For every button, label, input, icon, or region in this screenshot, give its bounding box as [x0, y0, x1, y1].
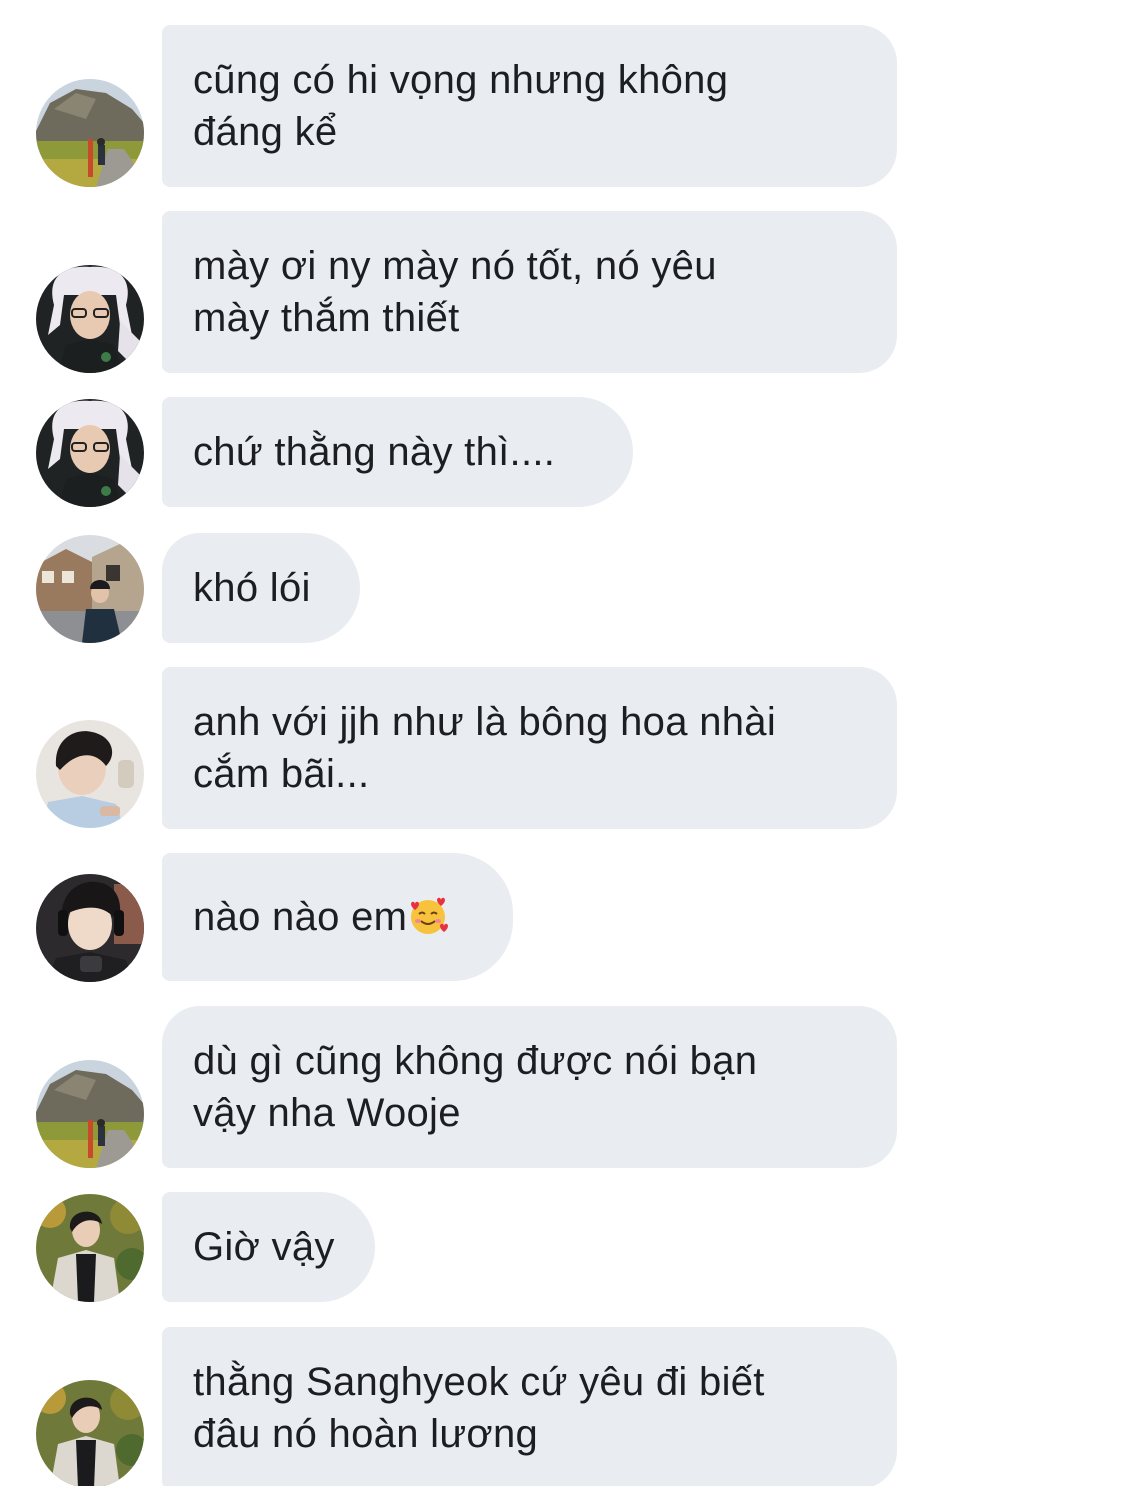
sender-avatar[interactable]	[36, 1380, 144, 1486]
boy-light-background-avatar-image	[36, 720, 144, 828]
message-text: anh với jjh như là bông hoa nhài cắm bãi…	[193, 700, 777, 796]
smiling-face-with-hearts-icon	[407, 896, 449, 938]
message-bubble[interactable]: mày ơi ny mày nó tốt, nó yêu mày thắm th…	[162, 211, 897, 373]
message-bubble[interactable]: anh với jjh như là bông hoa nhài cắm bãi…	[162, 667, 897, 829]
message-text: khó lói	[193, 566, 311, 610]
sender-avatar[interactable]	[36, 535, 144, 643]
boy-autumn-trees-avatar-image	[36, 1380, 144, 1486]
message-text: nào nào em	[193, 891, 449, 943]
sender-avatar[interactable]	[36, 79, 144, 187]
sender-avatar[interactable]	[36, 1194, 144, 1302]
message-bubble[interactable]: Giờ vậy	[162, 1192, 375, 1302]
landscape-mountain-avatar-image	[36, 1060, 144, 1168]
sender-avatar[interactable]	[36, 1060, 144, 1168]
message-bubble[interactable]: nào nào em	[162, 853, 513, 981]
message-text: chứ thằng này thì....	[193, 430, 556, 474]
sender-avatar[interactable]	[36, 265, 144, 373]
message-text: thằng Sanghyeok cứ yêu đi biết đâu nó ho…	[193, 1360, 765, 1456]
chat-thread: cũng có hi vọng nhưng không đáng kể mày …	[0, 0, 1125, 1486]
sender-avatar[interactable]	[36, 874, 144, 982]
message-bubble[interactable]: chứ thằng này thì....	[162, 397, 633, 507]
message-text: dù gì cũng không được nói bạn vậy nha Wo…	[193, 1039, 758, 1135]
message-text: Giờ vậy	[193, 1225, 335, 1269]
message-bubble[interactable]: cũng có hi vọng nhưng không đáng kể	[162, 25, 897, 187]
message-bubble[interactable]: thằng Sanghyeok cứ yêu đi biết đâu nó ho…	[162, 1327, 897, 1486]
sender-avatar[interactable]	[36, 399, 144, 507]
message-text-content: nào nào em	[193, 895, 408, 939]
message-text: mày ơi ny mày nó tốt, nó yêu mày thắm th…	[193, 244, 717, 340]
boy-glasses-bunny-hat-avatar-image	[36, 265, 144, 373]
message-bubble[interactable]: khó lói	[162, 533, 360, 643]
boy-glasses-bunny-hat-avatar-image	[36, 399, 144, 507]
street-houses-avatar-image	[36, 535, 144, 643]
landscape-mountain-avatar-image	[36, 79, 144, 187]
boy-headphones-avatar-image	[36, 874, 144, 982]
sender-avatar[interactable]	[36, 720, 144, 828]
message-text: cũng có hi vọng nhưng không đáng kể	[193, 58, 729, 154]
message-bubble[interactable]: dù gì cũng không được nói bạn vậy nha Wo…	[162, 1006, 897, 1168]
boy-autumn-trees-avatar-image	[36, 1194, 144, 1302]
